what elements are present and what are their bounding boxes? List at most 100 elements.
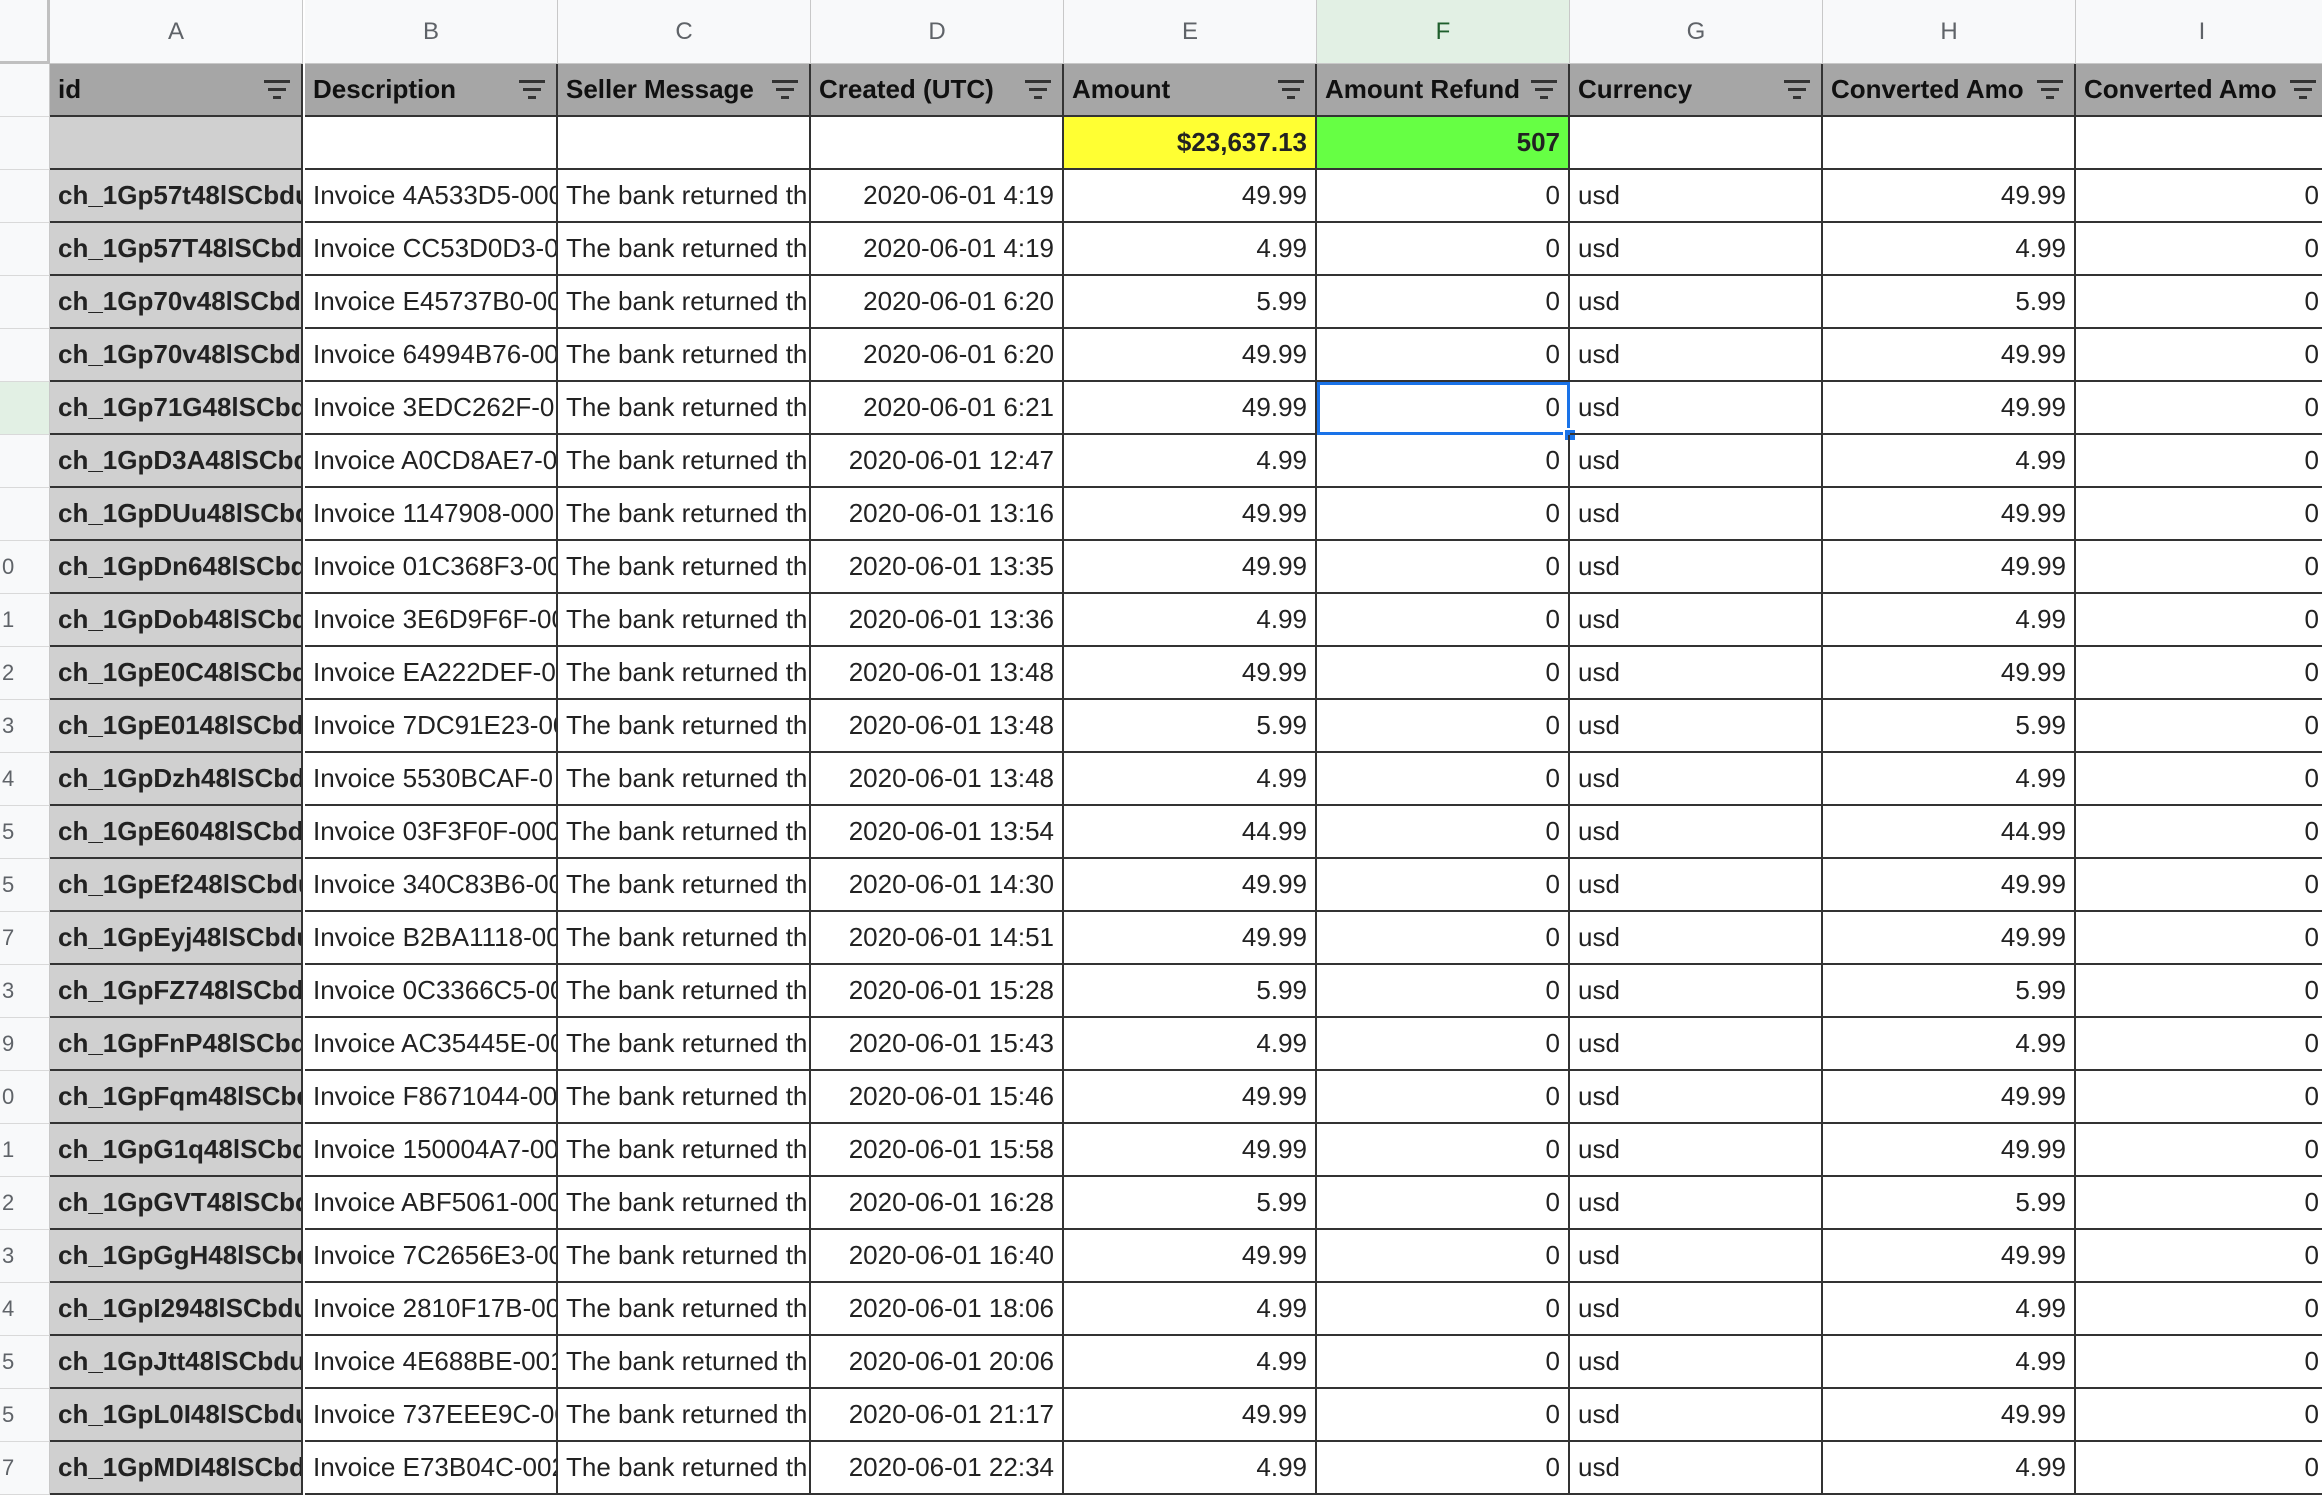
desc-cell[interactable]: Invoice 4E688BE-001 [305, 1336, 558, 1389]
created-cell[interactable]: 2020-06-01 13:35 [811, 541, 1064, 594]
column-title-amount[interactable]: Amount [1064, 64, 1317, 117]
id-cell[interactable]: ch_1GpGVT48lSCbd [50, 1177, 303, 1230]
refund-total-cell[interactable]: 507 [1317, 117, 1570, 170]
created-cell[interactable]: 2020-06-01 6:20 [811, 276, 1064, 329]
conv2-cell[interactable]: 0 [2076, 382, 2322, 435]
column-title-created[interactable]: Created (UTC) [811, 64, 1064, 117]
desc-cell[interactable]: Invoice 7DC91E23-00 [305, 700, 558, 753]
filter-icon[interactable] [771, 80, 799, 102]
row-number[interactable] [0, 117, 50, 170]
refund-cell[interactable]: 0 [1317, 1230, 1570, 1283]
created-cell[interactable]: 2020-06-01 15:28 [811, 965, 1064, 1018]
conv2-cell[interactable]: 0 [2076, 223, 2322, 276]
refund-cell[interactable]: 0 [1317, 859, 1570, 912]
id-cell[interactable]: ch_1GpD3A48lSCbd [50, 435, 303, 488]
msg-cell[interactable]: The bank returned th [558, 435, 811, 488]
conv-cell[interactable]: 49.99 [1823, 647, 2076, 700]
conv-cell[interactable]: 4.99 [1823, 223, 2076, 276]
desc-cell[interactable]: Invoice E45737B0-00 [305, 276, 558, 329]
refund-cell[interactable]: 0 [1317, 647, 1570, 700]
refund-cell[interactable]: 0 [1317, 912, 1570, 965]
conv2-cell[interactable]: 0 [2076, 1071, 2322, 1124]
row-number[interactable]: 2 [0, 1177, 50, 1230]
created-cell[interactable]: 2020-06-01 13:48 [811, 753, 1064, 806]
row-number[interactable]: 3 [0, 965, 50, 1018]
select-all-corner[interactable] [0, 0, 50, 64]
desc-cell[interactable]: Invoice A0CD8AE7-0 [305, 435, 558, 488]
created-cell[interactable]: 2020-06-01 16:40 [811, 1230, 1064, 1283]
refund-cell[interactable]: 0 [1317, 1071, 1570, 1124]
desc-cell[interactable]: Invoice 2810F17B-00 [305, 1283, 558, 1336]
amount-cell[interactable]: 5.99 [1064, 965, 1317, 1018]
refund-cell[interactable]: 0 [1317, 329, 1570, 382]
summary-empty-cell[interactable] [811, 117, 1064, 170]
refund-cell[interactable]: 0 [1317, 1442, 1570, 1495]
conv2-cell[interactable]: 0 [2076, 1230, 2322, 1283]
id-cell[interactable]: ch_1GpE6048lSCbd [50, 806, 303, 859]
currency-cell[interactable]: usd [1570, 1124, 1823, 1177]
refund-cell[interactable]: 0 [1317, 806, 1570, 859]
desc-cell[interactable]: Invoice 5530BCAF-0 [305, 753, 558, 806]
row-number[interactable]: 7 [0, 1442, 50, 1495]
msg-cell[interactable]: The bank returned th [558, 753, 811, 806]
currency-cell[interactable]: usd [1570, 912, 1823, 965]
conv2-cell[interactable]: 0 [2076, 1336, 2322, 1389]
conv2-cell[interactable]: 0 [2076, 1283, 2322, 1336]
row-number[interactable]: 3 [0, 700, 50, 753]
desc-cell[interactable]: Invoice 7C2656E3-00 [305, 1230, 558, 1283]
id-cell[interactable]: ch_1Gp57t48lSCbdu [50, 170, 303, 223]
refund-cell[interactable]: 0 [1317, 223, 1570, 276]
refund-cell[interactable]: 0 [1317, 1389, 1570, 1442]
column-title-msg[interactable]: Seller Message [558, 64, 811, 117]
column-header-b[interactable]: B [305, 0, 558, 64]
created-cell[interactable]: 2020-06-01 18:06 [811, 1283, 1064, 1336]
filter-icon[interactable] [1783, 80, 1811, 102]
created-cell[interactable]: 2020-06-01 14:30 [811, 859, 1064, 912]
desc-cell[interactable]: Invoice AC35445E-00 [305, 1018, 558, 1071]
desc-cell[interactable]: Invoice 1147908-000 [305, 488, 558, 541]
row-number[interactable] [0, 64, 50, 117]
id-cell[interactable]: ch_1GpDob48lSCbd [50, 594, 303, 647]
created-cell[interactable]: 2020-06-01 13:36 [811, 594, 1064, 647]
id-cell[interactable]: ch_1GpGgH48lSCbd [50, 1230, 303, 1283]
row-number[interactable]: 5 [0, 859, 50, 912]
msg-cell[interactable]: The bank returned th [558, 170, 811, 223]
row-number[interactable] [0, 276, 50, 329]
conv2-cell[interactable]: 0 [2076, 647, 2322, 700]
conv-cell[interactable]: 4.99 [1823, 1018, 2076, 1071]
currency-cell[interactable]: usd [1570, 435, 1823, 488]
conv-cell[interactable]: 4.99 [1823, 594, 2076, 647]
column-header-c[interactable]: C [558, 0, 811, 64]
amount-cell[interactable]: 4.99 [1064, 1018, 1317, 1071]
conv-cell[interactable]: 5.99 [1823, 1177, 2076, 1230]
created-cell[interactable]: 2020-06-01 21:17 [811, 1389, 1064, 1442]
column-header-d[interactable]: D [811, 0, 1064, 64]
id-cell[interactable]: ch_1GpMDI48lSCbd [50, 1442, 303, 1495]
id-cell[interactable]: ch_1GpJtt48lSCbdu [50, 1336, 303, 1389]
created-cell[interactable]: 2020-06-01 13:54 [811, 806, 1064, 859]
msg-cell[interactable]: The bank returned th [558, 1442, 811, 1495]
conv-cell[interactable]: 5.99 [1823, 700, 2076, 753]
filter-icon[interactable] [2289, 80, 2317, 102]
msg-cell[interactable]: The bank returned th [558, 1230, 811, 1283]
refund-cell[interactable]: 0 [1317, 1177, 1570, 1230]
id-cell[interactable]: ch_1Gp57T48lSCbd [50, 223, 303, 276]
created-cell[interactable]: 2020-06-01 15:43 [811, 1018, 1064, 1071]
amount-cell[interactable]: 4.99 [1064, 435, 1317, 488]
currency-cell[interactable]: usd [1570, 1230, 1823, 1283]
row-number[interactable] [0, 488, 50, 541]
filter-icon[interactable] [1277, 80, 1305, 102]
conv-cell[interactable]: 5.99 [1823, 965, 2076, 1018]
msg-cell[interactable]: The bank returned th [558, 700, 811, 753]
desc-cell[interactable]: Invoice 64994B76-00 [305, 329, 558, 382]
currency-cell[interactable]: usd [1570, 753, 1823, 806]
currency-cell[interactable]: usd [1570, 541, 1823, 594]
filter-icon[interactable] [1024, 80, 1052, 102]
desc-cell[interactable]: Invoice 3EDC262F-0 [305, 382, 558, 435]
msg-cell[interactable]: The bank returned th [558, 541, 811, 594]
currency-cell[interactable]: usd [1570, 1442, 1823, 1495]
conv2-cell[interactable]: 0 [2076, 276, 2322, 329]
conv2-cell[interactable]: 0 [2076, 965, 2322, 1018]
summary-empty-cell[interactable] [305, 117, 558, 170]
currency-cell[interactable]: usd [1570, 488, 1823, 541]
